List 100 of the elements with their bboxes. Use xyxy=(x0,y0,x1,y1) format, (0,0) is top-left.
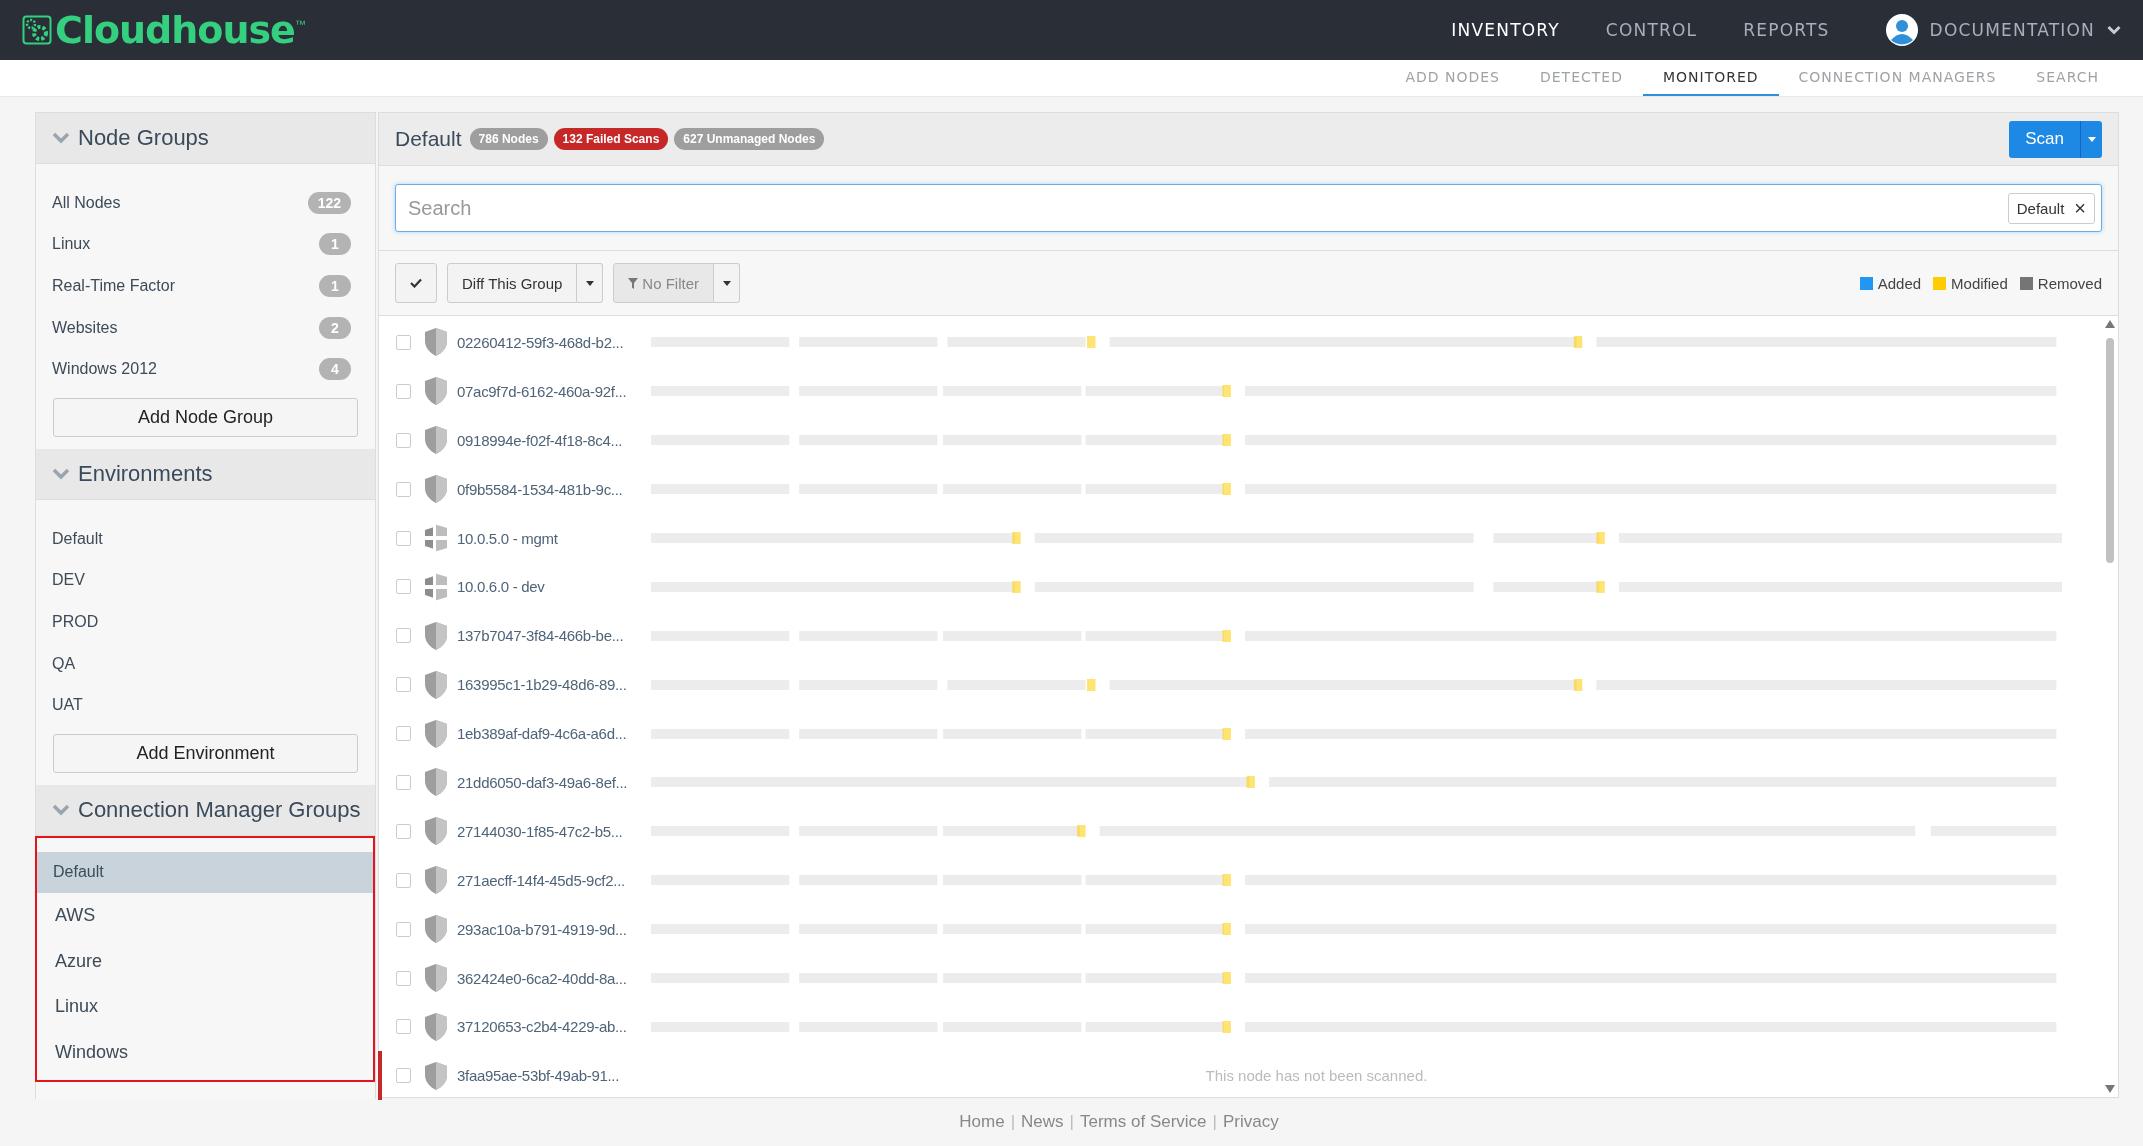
node-link[interactable]: 271aecff-14f4-45d5-9cf2... xyxy=(457,871,647,889)
node-link[interactable]: 362424e0-6ca2-40dd-8a... xyxy=(457,969,647,987)
sidebar-item[interactable]: PROD xyxy=(36,601,375,643)
sidebar-item[interactable]: AWS xyxy=(37,892,373,939)
separator: | xyxy=(1069,1112,1074,1132)
node-link[interactable]: 10.0.5.0 - mgmt xyxy=(457,529,647,547)
scan-button[interactable]: Scan xyxy=(2009,120,2080,158)
add-button[interactable]: Add Environment xyxy=(53,733,358,773)
section-title: Node Groups xyxy=(78,125,209,151)
footer-link[interactable]: Home xyxy=(959,1112,1005,1132)
sub-nav-tab[interactable]: MONITORED xyxy=(1642,60,1779,96)
count-badge: 122 xyxy=(307,191,351,214)
scrollbar-thumb[interactable] xyxy=(2106,338,2114,563)
checkbox[interactable] xyxy=(396,432,411,448)
node-link[interactable]: 3faa95ae-53bf-49ab-91... xyxy=(457,1067,647,1085)
node-link[interactable]: 293ac10a-b791-4919-9d... xyxy=(457,920,647,938)
node-link[interactable]: 07ac9f7d-6162-460a-92f... xyxy=(457,382,647,400)
checkbox[interactable] xyxy=(396,628,411,644)
sidebar-item[interactable]: Azure xyxy=(37,938,373,984)
checkbox[interactable] xyxy=(396,1068,411,1084)
scroll-down-icon[interactable] xyxy=(2105,1085,2115,1093)
sidebar-item[interactable]: Windows 2012 4 xyxy=(36,348,375,390)
search-input[interactable]: Search xyxy=(396,196,2008,220)
user-avatar-icon[interactable] xyxy=(1885,14,1918,46)
sidebar-item[interactable]: Linux 1 xyxy=(36,223,375,266)
count-badge: 2 xyxy=(319,316,351,339)
gear-logo-icon xyxy=(22,15,52,45)
chevron-down-icon[interactable] xyxy=(2107,25,2121,35)
stat-badge: 627 Unmanaged Nodes xyxy=(674,128,825,150)
sidebar-item[interactable]: UAT xyxy=(36,684,375,726)
nav-tab[interactable]: CONTROL xyxy=(1605,20,1698,40)
sidebar-item[interactable]: DEV xyxy=(36,559,375,602)
section-header[interactable]: Node Groups xyxy=(36,113,375,164)
checkbox[interactable] xyxy=(396,334,411,350)
funnel-icon xyxy=(628,277,639,289)
node-link[interactable]: 0918994e-f02f-4f18-8c4... xyxy=(457,431,647,449)
sidebar-item[interactable]: Default xyxy=(37,851,373,893)
node-link[interactable]: 137b7047-3f84-466b-be... xyxy=(457,627,647,645)
close-icon[interactable]: × xyxy=(2074,200,2086,216)
checkbox[interactable] xyxy=(396,823,411,839)
group-title: Default xyxy=(395,127,462,151)
separator: | xyxy=(1212,1112,1217,1132)
section-header[interactable]: Environments xyxy=(36,448,375,500)
checkbox[interactable] xyxy=(396,921,411,937)
checkbox[interactable] xyxy=(396,970,411,986)
sidebar-item[interactable]: QA xyxy=(36,642,375,685)
checkmark-icon xyxy=(410,278,422,288)
sidebar-item[interactable]: Windows xyxy=(37,1029,373,1075)
count-badge: 1 xyxy=(319,275,351,297)
stat-badge: 786 Nodes xyxy=(469,128,548,150)
node-link[interactable]: 02260412-59f3-468d-b2... xyxy=(457,333,647,351)
add-button[interactable]: Add Node Group xyxy=(53,397,358,437)
node-link[interactable]: 10.0.6.0 - dev xyxy=(457,578,647,596)
node-link[interactable]: 0f9b5584-1534-481b-9c... xyxy=(457,480,647,498)
node-link[interactable]: 163995c1-1b29-48d6-89... xyxy=(457,676,647,694)
checkbox[interactable] xyxy=(396,1019,411,1035)
scroll-up-icon[interactable] xyxy=(2105,320,2115,328)
section-header[interactable]: Connection Manager Groups xyxy=(36,784,375,836)
search-field[interactable]: Search Default × xyxy=(395,184,2102,232)
count-badge: 1 xyxy=(319,233,351,256)
scan-dropdown-button[interactable] xyxy=(2080,120,2102,158)
checkbox[interactable] xyxy=(396,383,411,399)
checkbox[interactable] xyxy=(396,530,411,546)
checkbox[interactable] xyxy=(396,726,411,742)
footer-link[interactable]: News xyxy=(1021,1112,1064,1132)
sidebar-item[interactable]: Websites 2 xyxy=(36,306,375,349)
brand-name[interactable]: Cloudhouse xyxy=(55,8,295,52)
sidebar-item[interactable]: Linux xyxy=(37,983,373,1030)
legend-label: Removed xyxy=(2037,274,2102,292)
legend-label: Added xyxy=(1877,274,1922,292)
count-badge: 4 xyxy=(319,358,351,381)
filter-dropdown-button[interactable] xyxy=(714,263,740,303)
caret-icon xyxy=(2087,136,2096,142)
status-message: This node has not been scanned. xyxy=(1205,1067,1428,1085)
tag-label: Default xyxy=(2016,199,2065,217)
node-link[interactable]: 27144030-1f85-47c2-b5... xyxy=(457,822,647,840)
section-title: Connection Manager Groups xyxy=(78,796,361,823)
checkbox[interactable] xyxy=(396,872,411,888)
node-link[interactable]: 21dd6050-daf3-49a6-8ef... xyxy=(457,773,647,791)
user-menu[interactable]: DOCUMENTATION xyxy=(1929,20,2095,40)
node-link[interactable]: 1eb389af-daf9-4c6a-a6d... xyxy=(457,725,647,743)
node-link[interactable]: 37120653-c2b4-4229-ab... xyxy=(457,1018,647,1036)
caret-icon xyxy=(722,280,731,286)
checkbox[interactable] xyxy=(396,677,411,693)
footer-link[interactable]: Privacy xyxy=(1223,1112,1279,1132)
select-all-button[interactable] xyxy=(395,263,437,303)
nav-tab[interactable]: INVENTORY xyxy=(1451,20,1560,40)
checkbox[interactable] xyxy=(396,579,411,595)
nav-tab[interactable]: REPORTS xyxy=(1743,20,1830,40)
separator: | xyxy=(1010,1112,1016,1132)
diff-dropdown-button[interactable] xyxy=(577,263,604,303)
checkbox[interactable] xyxy=(396,481,411,497)
footer-link[interactable]: Terms of Service xyxy=(1080,1112,1207,1132)
sidebar-item[interactable]: Real-Time Factor 1 xyxy=(36,265,375,307)
checkbox[interactable] xyxy=(396,774,411,790)
section-title: Environments xyxy=(78,460,213,487)
sidebar-item[interactable]: All Nodes 122 xyxy=(36,182,375,224)
sidebar-item[interactable]: Default xyxy=(36,517,375,560)
trademark: ™ xyxy=(294,18,306,30)
diff-button[interactable]: Diff This Group xyxy=(447,263,578,303)
